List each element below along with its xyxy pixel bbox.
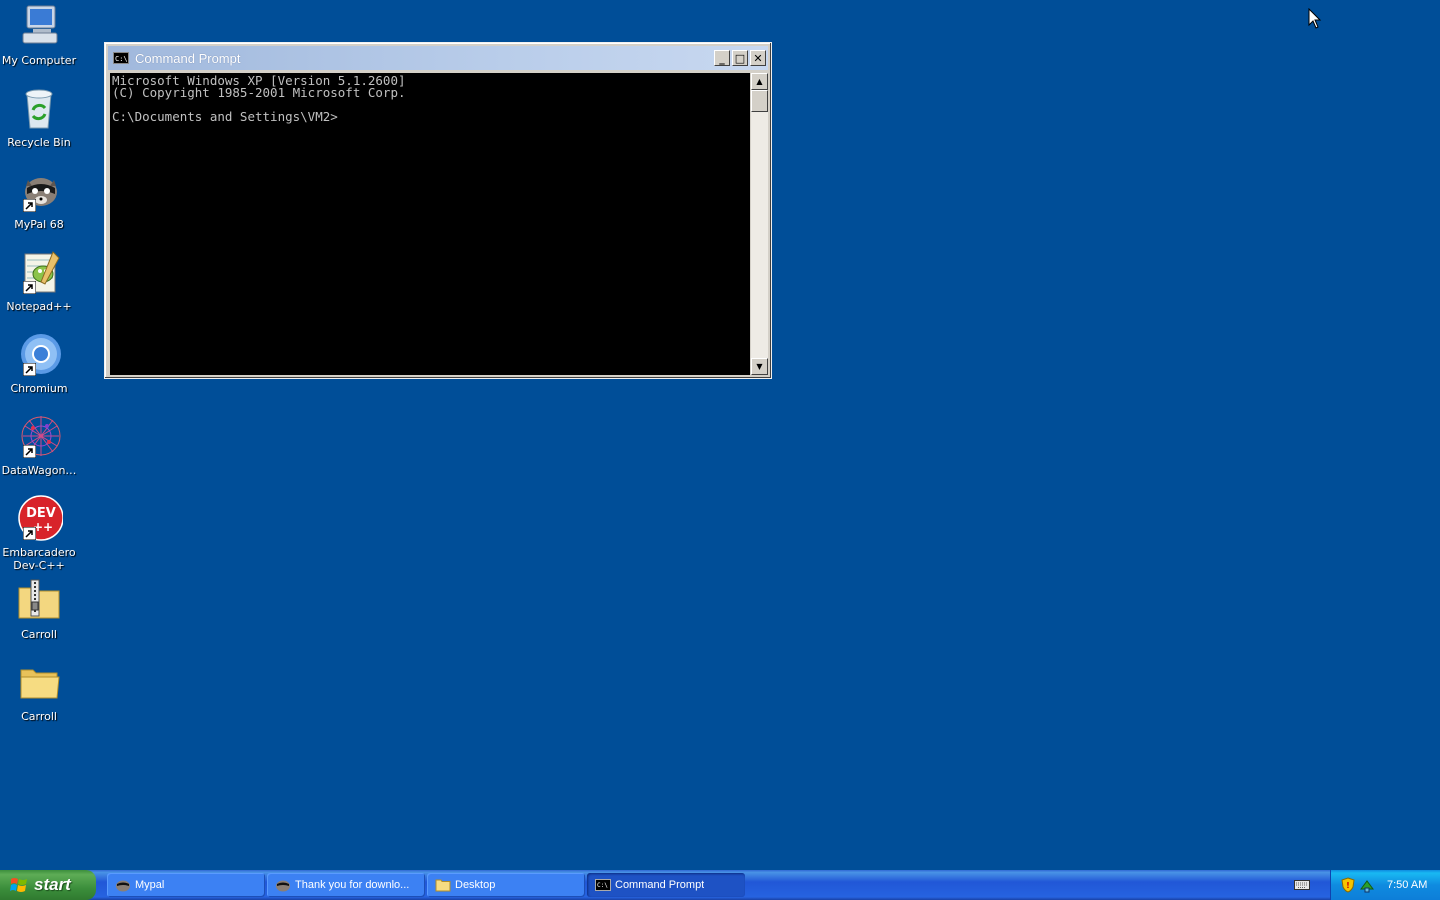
desktop-icon-carroll-zip[interactable]: Carroll <box>0 576 78 641</box>
desktop-icon-datawagon[interactable]: DataWagon… <box>0 412 78 477</box>
start-label: start <box>34 875 71 894</box>
close-button[interactable]: ✕ <box>750 50 766 66</box>
desktop-icon-chromium[interactable]: Chromium <box>0 330 78 395</box>
taskbar-item-label: Command Prompt <box>615 879 705 891</box>
desktop-icon-dev-cpp[interactable]: DEV ++ Embarcadero Dev-C++ <box>0 494 78 572</box>
desktop-icon-label: MyPal 68 <box>14 218 64 231</box>
desktop-icon-label: DataWagon… <box>1 464 77 477</box>
window-titlebar[interactable]: C:\ Command Prompt _ □ ✕ <box>108 46 768 70</box>
shortcut-arrow-icon <box>23 281 36 294</box>
taskbar-item-label: Thank you for downlo... <box>295 879 410 891</box>
desktop-icon-label: Embarcadero Dev-C++ <box>2 546 76 572</box>
shortcut-arrow-icon <box>23 527 36 540</box>
clock[interactable]: 7:50 AM <box>1387 879 1427 891</box>
taskbar-item-label: Desktop <box>455 879 496 891</box>
scrollbar-thumb[interactable] <box>751 90 768 112</box>
chromium-icon <box>15 330 63 378</box>
window-title: Command Prompt <box>135 50 241 66</box>
start-button[interactable]: start <box>0 870 96 900</box>
network-icon[interactable] <box>1359 877 1375 893</box>
desktop-icon-notepad-plus-plus[interactable]: Notepad++ <box>0 248 78 313</box>
notepad-plus-plus-icon <box>15 248 63 296</box>
taskbar-item-command-prompt[interactable]: C:\ Command Prompt <box>587 873 745 897</box>
keyboard-icon[interactable] <box>1294 879 1310 891</box>
shortcut-arrow-icon <box>23 199 36 212</box>
desktop-icon-label: My Computer <box>1 54 77 67</box>
mypal-icon <box>116 880 130 892</box>
taskbar-item-mypal[interactable]: Mypal <box>107 873 265 897</box>
datawagon-icon <box>15 412 63 460</box>
minimize-button[interactable]: _ <box>714 50 730 66</box>
desktop-icon-label: Recycle Bin <box>7 136 71 149</box>
desktop-icon-label: Carroll <box>21 710 57 723</box>
desktop-icon-my-computer[interactable]: My Computer <box>0 2 78 67</box>
desktop-icon-label: Notepad++ <box>6 300 72 313</box>
desktop-icon-label: Carroll <box>21 628 57 641</box>
system-tray: ! 7:50 AM <box>1330 870 1440 900</box>
windows-logo-icon <box>10 878 27 892</box>
taskbar-item-thank-you[interactable]: Thank you for downlo... <box>267 873 425 897</box>
vertical-scrollbar[interactable]: ▲ ▼ <box>751 73 768 375</box>
cmd-icon: C:\ <box>113 52 129 64</box>
zip-folder-icon <box>15 576 63 624</box>
console-output[interactable]: Microsoft Windows XP [Version 5.1.2600] … <box>110 73 750 375</box>
cmd-icon: C:\ <box>595 879 611 891</box>
my-computer-icon <box>15 2 63 50</box>
svg-text:C:\: C:\ <box>597 882 608 889</box>
mypal-icon <box>15 166 63 214</box>
desktop-icon-label: Chromium <box>10 382 68 395</box>
scroll-up-arrow-icon[interactable]: ▲ <box>751 73 768 90</box>
desktop-icon-recycle-bin[interactable]: Recycle Bin <box>0 84 78 149</box>
dev-cpp-icon: DEV ++ <box>15 494 64 542</box>
shortcut-arrow-icon <box>23 363 36 376</box>
svg-text:DEV: DEV <box>26 506 56 521</box>
desktop-icon-mypal[interactable]: MyPal 68 <box>0 166 78 231</box>
command-prompt-window[interactable]: C:\ Command Prompt _ □ ✕ Microsoft Windo… <box>104 42 772 379</box>
desktop: My Computer Recycle Bin MyPal 68 Notepad… <box>0 0 1440 870</box>
security-shield-icon[interactable]: ! <box>1341 877 1355 893</box>
taskbar: start Mypal Thank you for downlo... Desk… <box>0 870 1440 900</box>
taskbar-item-desktop[interactable]: Desktop <box>427 873 585 897</box>
mypal-icon <box>276 880 290 892</box>
desktop-icon-carroll-folder[interactable]: Carroll <box>0 658 78 723</box>
recycle-bin-icon <box>15 84 63 132</box>
svg-text:!: ! <box>1346 881 1350 890</box>
shortcut-arrow-icon <box>23 445 36 458</box>
mouse-cursor-icon <box>1308 8 1322 29</box>
maximize-button[interactable]: □ <box>732 50 748 66</box>
taskbar-item-label: Mypal <box>135 879 165 891</box>
scroll-down-arrow-icon[interactable]: ▼ <box>751 358 768 375</box>
folder-icon <box>435 879 451 892</box>
folder-icon <box>15 658 63 706</box>
